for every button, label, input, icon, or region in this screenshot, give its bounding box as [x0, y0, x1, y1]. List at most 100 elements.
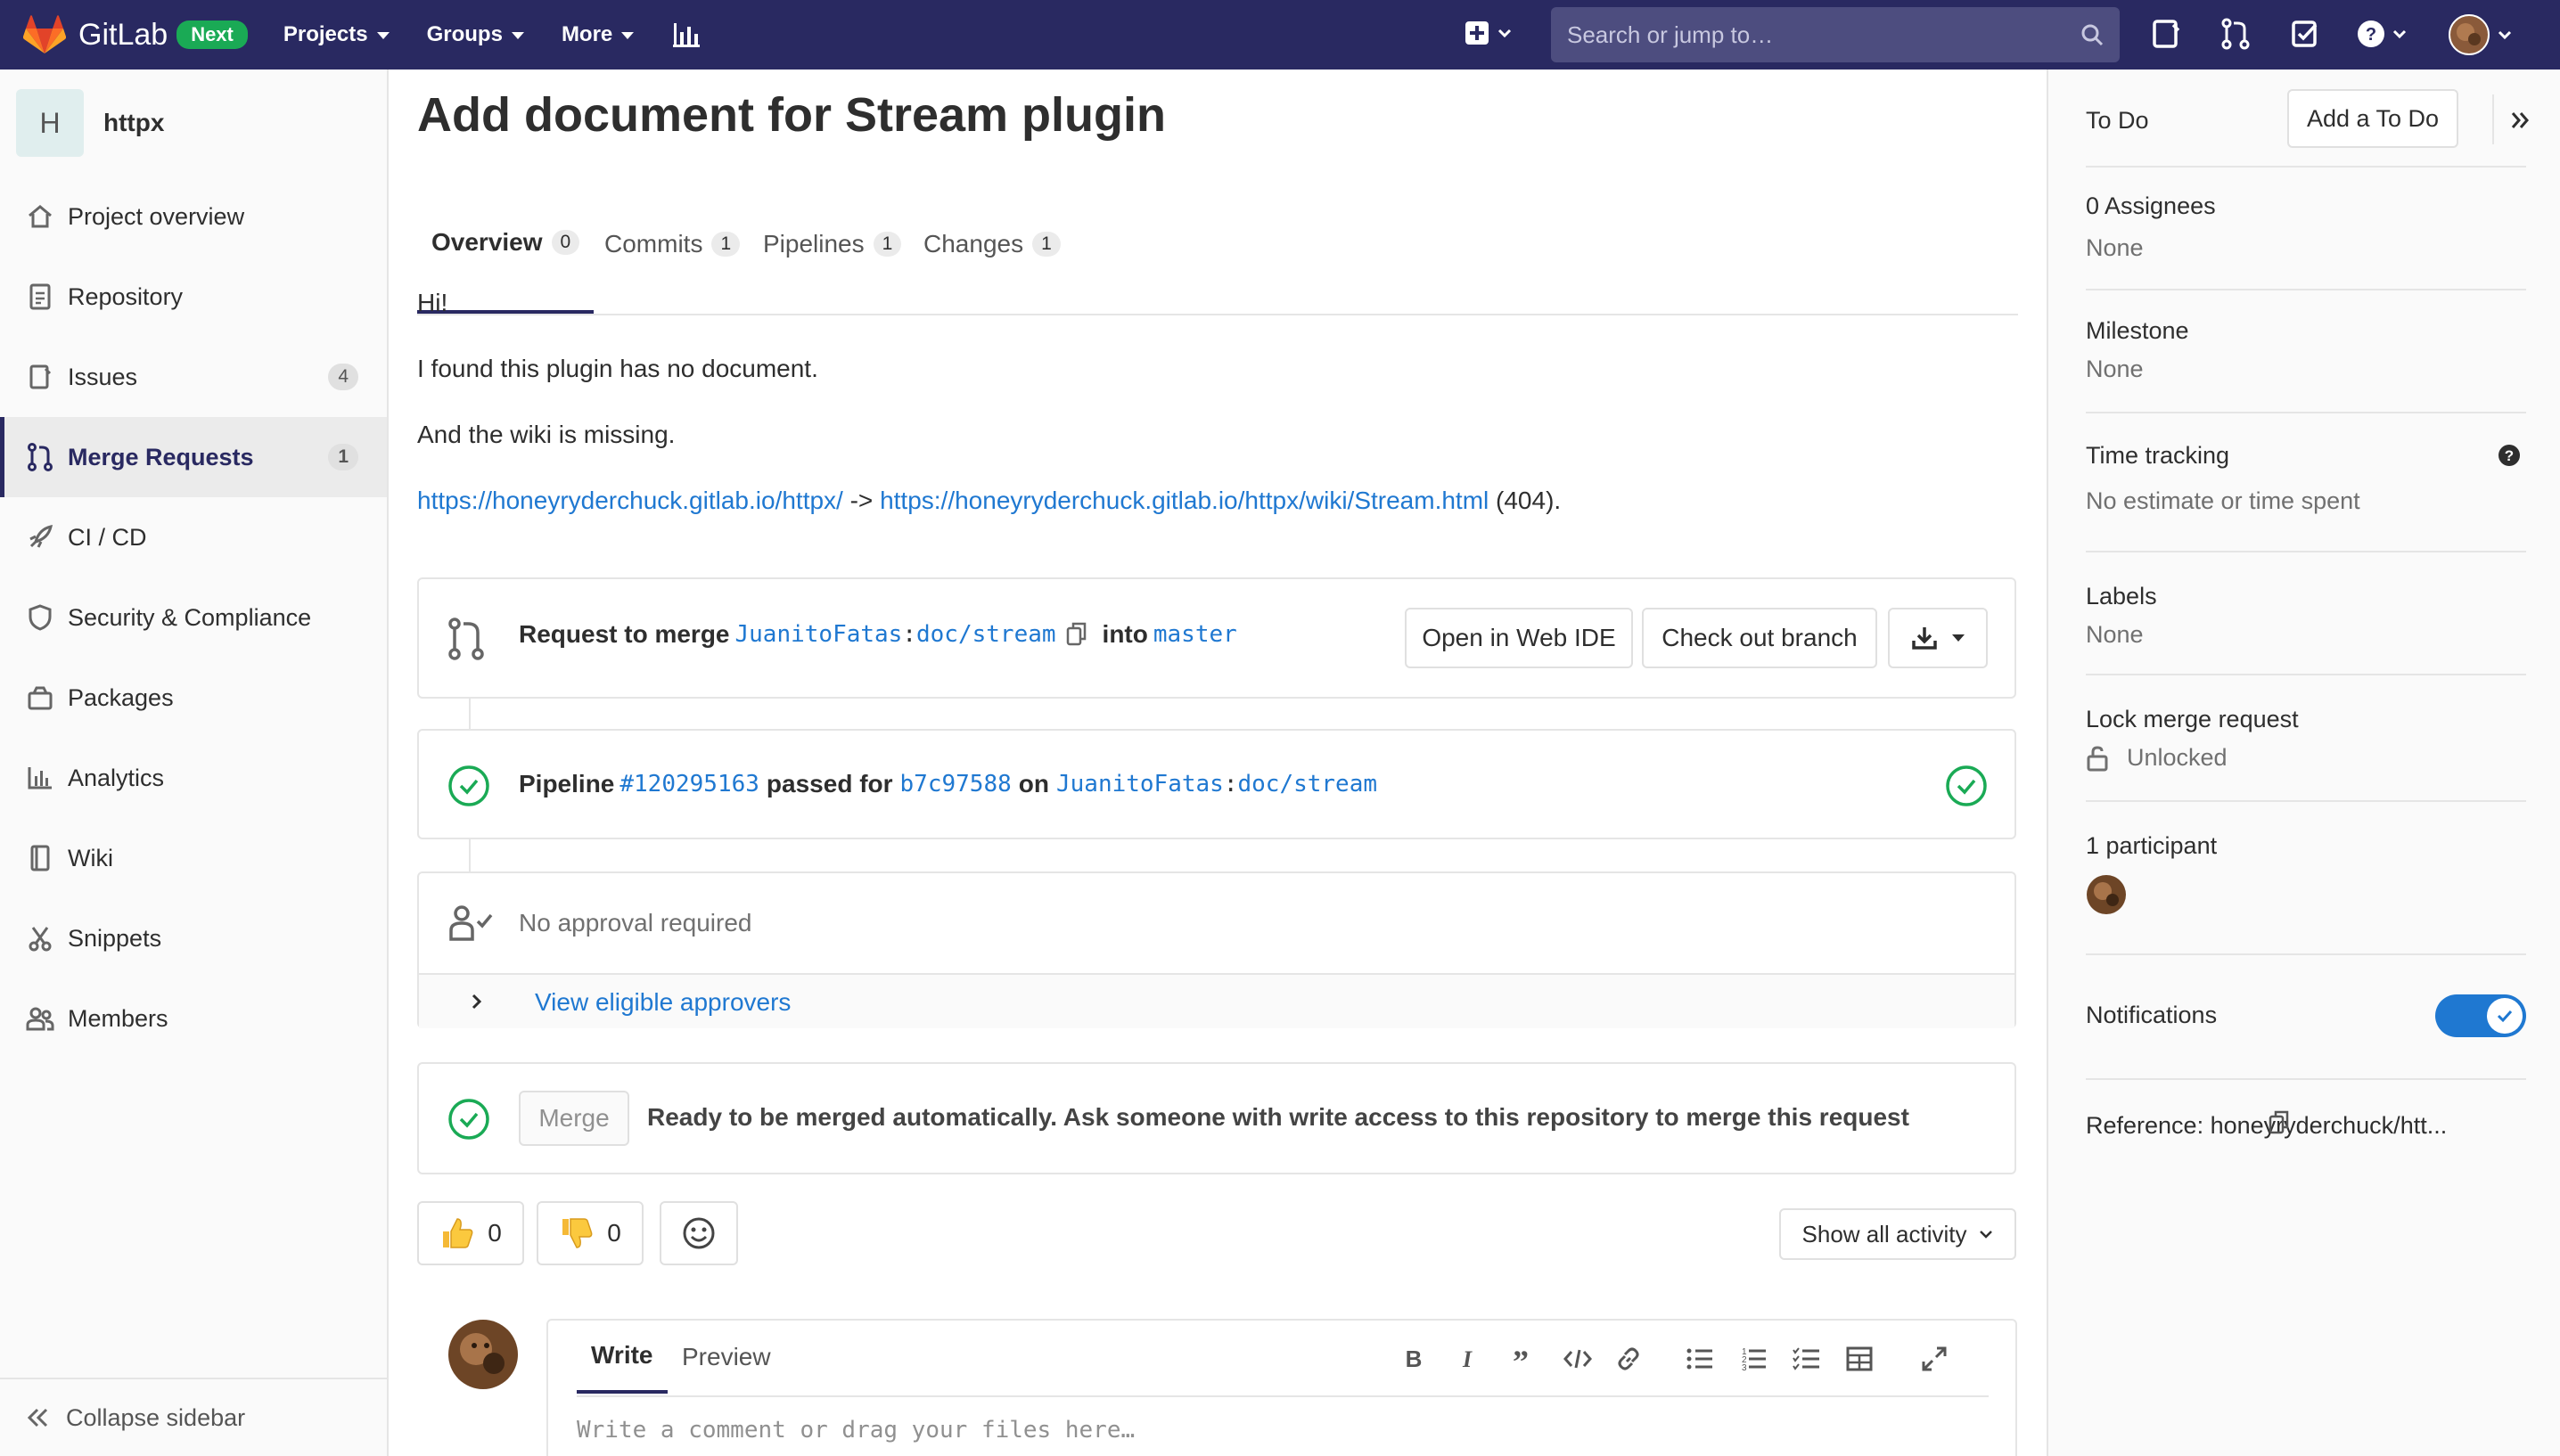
sidebar-item-label: Repository — [68, 282, 184, 310]
bold-icon[interactable]: B — [1402, 1346, 1425, 1372]
view-eligible-approvers-link[interactable]: View eligible approvers — [535, 988, 791, 1017]
participant-avatar[interactable] — [2086, 874, 2526, 915]
merge-button[interactable]: Merge — [519, 1091, 629, 1146]
issues-nav-icon[interactable] — [2150, 18, 2182, 50]
project-header[interactable]: H httpx — [0, 70, 387, 176]
sidebar-item-members[interactable]: Members — [0, 978, 387, 1059]
merge-requests-nav-icon[interactable] — [2219, 18, 2252, 50]
activity-filter-dropdown[interactable]: Show all activity — [1779, 1208, 2016, 1260]
wiki-link[interactable]: https://honeyryderchuck.gitlab.io/httpx/… — [880, 487, 1489, 514]
tab-commits[interactable]: Commits 1 — [604, 175, 741, 314]
code-icon[interactable] — [1563, 1346, 1593, 1372]
pipeline-user-link[interactable]: JuanitoFatas — [1056, 771, 1224, 798]
help-icon[interactable]: ? — [2498, 444, 2521, 467]
comment-textarea[interactable]: Write a comment or drag your files here… — [577, 1417, 1135, 1444]
source-branch-link[interactable]: doc/stream — [916, 621, 1056, 648]
sidebar-item-label: Project overview — [68, 202, 245, 230]
todo-divider — [2492, 94, 2494, 144]
assignees-block: 0 Assignees None — [2086, 168, 2526, 290]
docs-link[interactable]: https://honeyryderchuck.gitlab.io/httpx/ — [417, 487, 843, 514]
tab-pipelines[interactable]: Pipelines 1 — [763, 175, 902, 314]
italic-icon[interactable]: I — [1456, 1346, 1479, 1372]
download-dropdown-button[interactable] — [1888, 608, 1988, 668]
editor-divider — [577, 1395, 1989, 1397]
collapse-sidebar-button[interactable]: Collapse sidebar — [0, 1378, 387, 1456]
pipeline-branch-link[interactable]: doc/stream — [1237, 771, 1377, 798]
merge-source-target: Request to merge JuanitoFatas: doc/stream… — [519, 620, 1237, 649]
pipeline-stage-success-icon[interactable] — [1945, 765, 1988, 807]
help-icon[interactable]: ? — [2357, 18, 2414, 50]
table-icon[interactable] — [1846, 1346, 1873, 1372]
sidebar-item-snippets[interactable]: Snippets — [0, 898, 387, 978]
description-line: Hi! — [417, 289, 448, 316]
nav-projects[interactable]: Projects — [283, 22, 390, 47]
into-label: into — [1102, 620, 1148, 648]
target-branch-link[interactable]: master — [1153, 621, 1237, 648]
todos-nav-icon[interactable] — [2289, 18, 2321, 50]
shield-icon — [25, 602, 55, 633]
nav-more[interactable]: More — [561, 22, 635, 47]
notifications-block: Notifications — [2086, 955, 2526, 1080]
sidebar-item-analytics[interactable]: Analytics — [0, 738, 387, 818]
sidebar-item-ci-cd[interactable]: CI / CD — [0, 497, 387, 577]
thumbs-down-button[interactable]: 0 — [537, 1201, 644, 1265]
double-chevron-left-icon — [25, 1407, 50, 1428]
sidebar-item-merge-requests[interactable]: Merge Requests 1 — [0, 417, 387, 497]
tab-preview-label: Preview — [682, 1343, 771, 1370]
copy-reference-icon[interactable] — [2268, 1108, 2291, 1135]
copy-branch-icon[interactable] — [1065, 621, 1088, 648]
fullscreen-icon[interactable] — [1921, 1346, 1948, 1372]
check-out-branch-button[interactable]: Check out branch — [1642, 608, 1877, 668]
participants-block: 1 participant — [2086, 802, 2526, 955]
nav-groups[interactable]: Groups — [427, 22, 524, 47]
brand[interactable]: GitLab Next — [23, 15, 248, 54]
sidebar-item-project-overview[interactable]: Project overview — [0, 176, 387, 257]
merge-widget: Merge Ready to be merged automatically. … — [417, 1062, 2016, 1174]
notifications-toggle[interactable] — [2435, 994, 2526, 1037]
caret-down-icon — [1951, 634, 1965, 642]
chevron-right-icon — [471, 993, 483, 1010]
pipeline-success-icon[interactable] — [447, 765, 490, 807]
quote-icon[interactable]: ” — [1507, 1346, 1534, 1372]
bullet-list-icon[interactable] — [1686, 1346, 1714, 1372]
next-badge[interactable]: Next — [176, 20, 248, 49]
arrow-text: -> — [842, 487, 881, 514]
sidebar-item-repository[interactable]: Repository — [0, 257, 387, 337]
smiley-icon — [681, 1215, 717, 1251]
issues-count-badge: 4 — [328, 364, 358, 390]
sidebar-item-packages[interactable]: Packages — [0, 658, 387, 738]
lock-status[interactable]: Unlocked — [2086, 744, 2526, 772]
source-user-link[interactable]: JuanitoFatas — [735, 621, 903, 648]
numbered-list-icon[interactable]: 123 — [1739, 1346, 1768, 1372]
merge-requests-count-badge: 1 — [328, 444, 358, 470]
add-reaction-button[interactable] — [660, 1201, 738, 1265]
activity-chart-icon[interactable] — [671, 21, 702, 48]
add-todo-button[interactable]: Add a To Do — [2287, 89, 2458, 148]
new-item-plus-icon[interactable] — [1464, 18, 1514, 50]
task-list-icon[interactable] — [1793, 1346, 1821, 1372]
collapse-right-sidebar-icon[interactable] — [2510, 110, 2530, 130]
sidebar-item-wiki[interactable]: Wiki — [0, 818, 387, 898]
link-icon[interactable] — [1614, 1346, 1643, 1372]
tab-preview[interactable]: Preview — [682, 1321, 771, 1394]
sidebar-item-security-compliance[interactable]: Security & Compliance — [0, 577, 387, 658]
book-icon — [25, 843, 55, 873]
scissors-icon — [25, 923, 55, 953]
thumbs-up-icon — [439, 1215, 475, 1251]
open-web-ide-button[interactable]: Open in Web IDE — [1405, 608, 1633, 668]
thumbs-up-button[interactable]: 0 — [417, 1201, 524, 1265]
approvers-expander[interactable]: View eligible approvers — [419, 973, 2014, 1028]
user-avatar-menu[interactable] — [2448, 12, 2519, 57]
pipeline-id-link[interactable]: #120295163 — [619, 771, 759, 798]
package-icon — [25, 683, 55, 713]
sidebar-item-label: Merge Requests — [68, 443, 254, 470]
tab-write[interactable]: Write — [577, 1321, 668, 1394]
tab-label: Overview — [431, 228, 543, 256]
commit-sha-link[interactable]: b7c97588 — [900, 771, 1012, 798]
sidebar-item-issues[interactable]: Issues 4 — [0, 337, 387, 417]
tab-changes[interactable]: Changes 1 — [923, 175, 1061, 314]
search-input[interactable]: Search or jump to… — [1551, 7, 2120, 62]
tab-write-label: Write — [591, 1341, 653, 1369]
labels-title: Labels — [2086, 583, 2157, 609]
nav-more-label: More — [561, 22, 613, 46]
